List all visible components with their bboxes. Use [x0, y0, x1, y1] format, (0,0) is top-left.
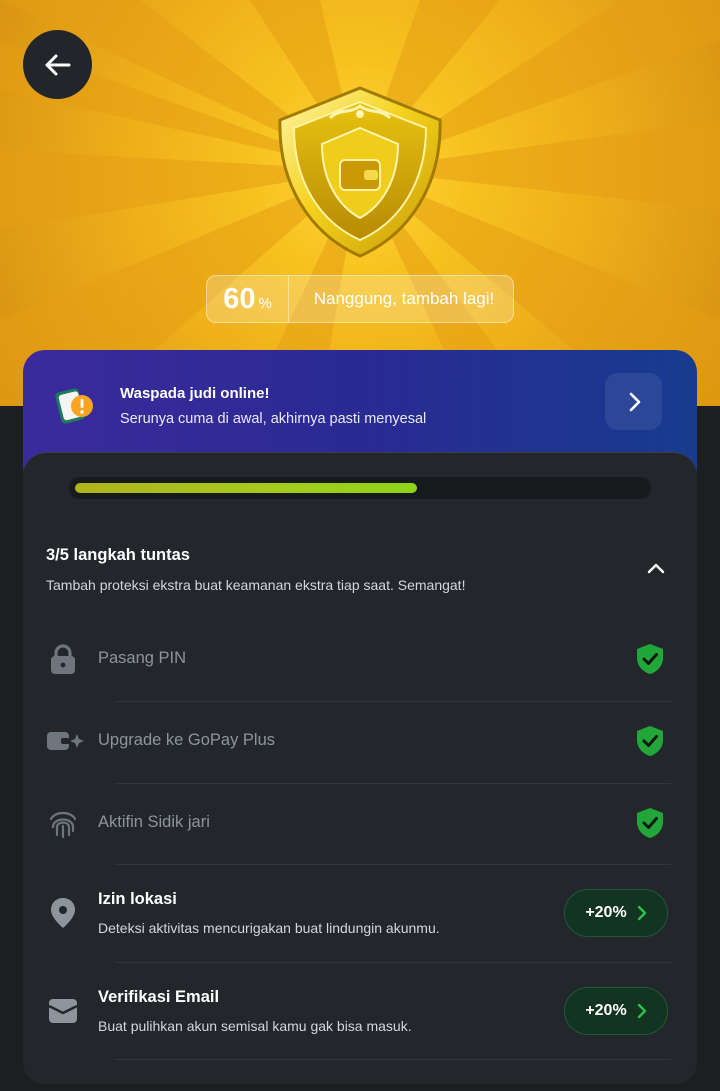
- step-label: Verifikasi Email: [98, 988, 220, 1006]
- step-row-fingerprint[interactable]: Aktifin Sidik jari: [23, 803, 697, 865]
- divider: [115, 962, 671, 963]
- shield-check-icon: [637, 644, 663, 674]
- progress-bar-fill: [75, 483, 417, 493]
- divider: [115, 864, 671, 865]
- score-pill: 60 % Nanggung, tambah lagi!: [206, 275, 514, 323]
- boost-button[interactable]: +20%: [564, 987, 668, 1035]
- boost-label: +20%: [585, 1002, 627, 1019]
- shield-check-icon: [637, 726, 663, 756]
- wallet-plus-icon: [45, 723, 85, 759]
- score-message: Nanggung, tambah lagi!: [313, 289, 495, 308]
- step-description: Buat pulihkan akun semisal kamu gak bisa…: [98, 1018, 412, 1034]
- hero-banner: 60 % Nanggung, tambah lagi!: [0, 0, 720, 406]
- location-pin-icon: [45, 895, 81, 931]
- back-button[interactable]: [23, 30, 92, 99]
- chevron-right-icon: [637, 905, 646, 921]
- divider: [115, 701, 671, 702]
- gold-shield-wallet-icon: [278, 86, 442, 258]
- score-value-box: 60 %: [207, 276, 289, 322]
- step-row-pin[interactable]: Pasang PIN: [23, 639, 697, 701]
- envelope-icon: [45, 993, 81, 1029]
- step-label: Aktifin Sidik jari: [98, 813, 210, 831]
- warning-card-icon: [55, 388, 93, 424]
- promo-title: Waspada judi online!: [120, 385, 270, 402]
- step-label: Pasang PIN: [98, 649, 187, 667]
- chevron-right-icon: [629, 392, 640, 411]
- promo-arrow-button[interactable]: [605, 373, 662, 430]
- chevron-right-icon: [637, 1003, 646, 1019]
- boost-button[interactable]: +20%: [564, 889, 668, 937]
- shield-check-icon: [637, 808, 663, 838]
- divider: [115, 783, 671, 784]
- promo-subtitle: Serunya cuma di awal, akhirnya pasti men…: [120, 411, 427, 427]
- progress-bar: [69, 477, 651, 499]
- step-description: Deteksi aktivitas mencurigakan buat lind…: [98, 920, 440, 936]
- divider: [115, 1059, 671, 1060]
- score-unit: %: [258, 295, 272, 312]
- steps-subtitle: Tambah proteksi ekstra buat keamanan eks…: [46, 577, 466, 593]
- step-row-email[interactable]: Verifikasi Email Buat pulihkan akun semi…: [23, 983, 697, 1059]
- arrow-left-icon: [45, 54, 70, 75]
- security-steps-card: 3/5 langkah tuntas Tambah proteksi ekstr…: [23, 452, 697, 1084]
- chevron-up-icon[interactable]: [645, 557, 667, 579]
- score-value: 60: [223, 283, 256, 315]
- steps-title: 3/5 langkah tuntas: [46, 546, 190, 564]
- step-label: Upgrade ke GoPay Plus: [98, 731, 276, 749]
- boost-label: +20%: [585, 904, 627, 921]
- lock-icon: [45, 641, 81, 677]
- step-row-location[interactable]: Izin lokasi Deteksi aktivitas mencurigak…: [23, 885, 697, 961]
- step-row-gopay-plus[interactable]: Upgrade ke GoPay Plus: [23, 721, 697, 783]
- fingerprint-icon: [45, 805, 81, 841]
- step-label: Izin lokasi: [98, 890, 177, 908]
